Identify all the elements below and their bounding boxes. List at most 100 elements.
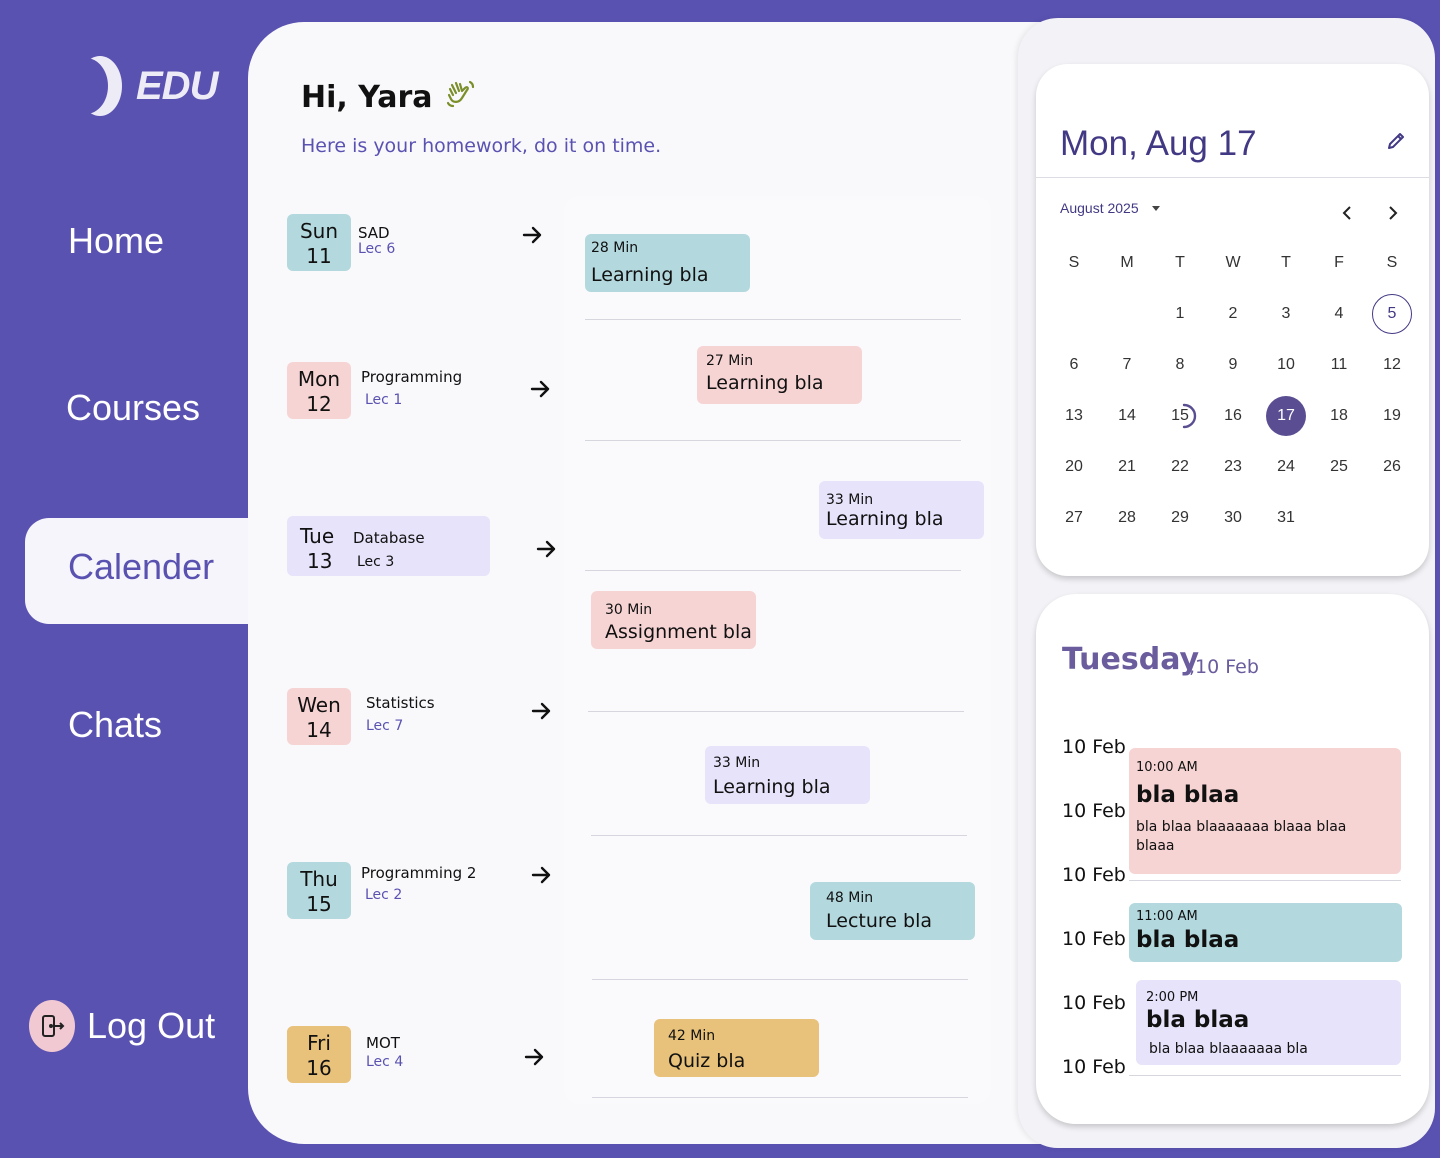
task-title: Learning bla — [591, 264, 709, 286]
logout-button[interactable]: Log Out — [29, 1000, 215, 1052]
task-card[interactable]: 30 Min Assignment bla — [591, 591, 756, 649]
arrow-right-icon[interactable] — [530, 700, 552, 726]
event-card[interactable]: 10:00 AM bla blaa bla blaa blaaaaaaa bla… — [1129, 748, 1401, 874]
calendar-day-today[interactable]: 5 — [1372, 294, 1412, 334]
calendar-day[interactable]: 10 — [1266, 345, 1306, 385]
arrow-right-icon[interactable] — [535, 538, 557, 564]
day-badge: Tue 13 Database Lec 3 — [287, 516, 490, 576]
calendar-day[interactable]: 27 — [1054, 498, 1094, 538]
divider — [591, 835, 967, 836]
calendar-day[interactable]: 3 — [1266, 294, 1306, 334]
time-label: 10 Feb — [1062, 1056, 1126, 1078]
calendar-day[interactable]: 21 — [1107, 447, 1147, 487]
calendar-day[interactable]: 2 — [1213, 294, 1253, 334]
brand-logo[interactable]: EDU — [64, 56, 218, 116]
calendar-day[interactable]: 12 — [1372, 345, 1412, 385]
calendar-day[interactable]: 22 — [1160, 447, 1200, 487]
calendar-day-selected[interactable]: 17 — [1266, 396, 1306, 436]
weekday-label: T — [1281, 254, 1291, 271]
loading-ring-icon — [1170, 402, 1198, 434]
task-card[interactable]: 28 Min Learning bla — [585, 234, 750, 292]
divider — [585, 570, 961, 571]
time-label: 10 Feb — [1062, 928, 1126, 950]
sidebar-item-calender[interactable]: Calender — [25, 518, 265, 624]
course-name: Programming — [361, 368, 463, 386]
course-lecture: Lec 4 — [366, 1054, 404, 1070]
task-title: Learning bla — [826, 508, 944, 530]
course-name: Statistics — [366, 694, 435, 712]
greeting-text: Hi, Yara — [301, 79, 433, 115]
pencil-icon[interactable] — [1385, 130, 1407, 156]
calendar-day[interactable]: 24 — [1266, 447, 1306, 487]
day-number: 12 — [306, 392, 332, 416]
caret-down-icon[interactable] — [1152, 206, 1160, 211]
calendar-day[interactable]: 13 — [1054, 396, 1094, 436]
event-title: bla blaa — [1146, 1007, 1250, 1033]
day-number: 16 — [306, 1056, 332, 1080]
sidebar-item-courses[interactable]: Courses — [66, 387, 200, 429]
day-weekday: Tue — [300, 524, 335, 548]
day-weekday: Mon — [297, 367, 341, 391]
date-picker: Mon, Aug 17 August 2025 S M T W T F S 1 … — [1036, 64, 1429, 576]
calendar-day[interactable]: 16 — [1213, 396, 1253, 436]
task-card[interactable]: 48 Min Lecture bla — [810, 882, 975, 940]
divider — [592, 1097, 968, 1098]
calendar-day[interactable]: 7 — [1107, 345, 1147, 385]
task-card[interactable]: 33 Min Learning bla — [819, 481, 984, 539]
task-duration: 33 Min — [713, 755, 761, 771]
sidebar-item-chats[interactable]: Chats — [68, 704, 162, 746]
event-title: bla blaa — [1136, 782, 1240, 808]
calendar-day[interactable]: 20 — [1054, 447, 1094, 487]
task-title: Assignment bla — [605, 621, 752, 643]
day-number: 15 — [306, 892, 332, 916]
arrow-right-icon[interactable] — [530, 864, 552, 890]
task-card[interactable]: 27 Min Learning bla — [697, 346, 862, 404]
logout-door-icon — [29, 1000, 75, 1052]
calendar-day[interactable]: 19 — [1372, 396, 1412, 436]
calendar-day[interactable]: 28 — [1107, 498, 1147, 538]
calendar-day[interactable]: 30 — [1213, 498, 1253, 538]
time-label: 10 Feb — [1062, 800, 1126, 822]
calendar-day[interactable]: 6 — [1054, 345, 1094, 385]
divider — [592, 979, 968, 980]
calendar-day[interactable]: 18 — [1319, 396, 1359, 436]
task-card[interactable]: 33 Min Learning bla — [705, 746, 870, 804]
task-card[interactable]: 42 Min Quiz bla — [654, 1019, 819, 1077]
calendar-day[interactable]: 4 — [1319, 294, 1359, 334]
arrow-right-icon[interactable] — [521, 224, 543, 250]
calendar-day[interactable]: 29 — [1160, 498, 1200, 538]
day-number: 14 — [306, 718, 332, 742]
sidebar-item-home[interactable]: Home — [68, 220, 164, 262]
day-badge: Fri 16 — [287, 1026, 351, 1083]
calendar-day[interactable]: 25 — [1319, 447, 1359, 487]
divider — [1036, 177, 1429, 178]
month-selector[interactable]: August 2025 — [1060, 200, 1139, 216]
divider — [585, 440, 961, 441]
event-time: 11:00 AM — [1136, 909, 1198, 924]
calendar-day[interactable]: 26 — [1372, 447, 1412, 487]
divider — [1129, 880, 1401, 881]
calendar-day[interactable]: 8 — [1160, 345, 1200, 385]
calendar-day[interactable]: 23 — [1213, 447, 1253, 487]
calendar-day[interactable]: 14 — [1107, 396, 1147, 436]
day-badge: Sun 11 — [287, 214, 351, 271]
course-name: Database — [353, 529, 425, 547]
divider — [588, 711, 964, 712]
calendar-day[interactable]: 1 — [1160, 294, 1200, 334]
sidebar-item-label: Calender — [68, 546, 215, 587]
chevron-right-icon[interactable] — [1382, 202, 1404, 228]
calendar-day[interactable]: 11 — [1319, 345, 1359, 385]
event-card[interactable]: 2:00 PM bla blaa bla blaa blaaaaaaa bla — [1136, 980, 1401, 1065]
schedule-day-name: Tuesday — [1062, 642, 1200, 677]
task-duration: 48 Min — [826, 890, 874, 906]
calendar-day[interactable]: 31 — [1266, 498, 1306, 538]
event-card[interactable]: 11:00 AM bla blaa — [1129, 903, 1402, 962]
time-label: 10 Feb — [1062, 736, 1126, 758]
arrow-right-icon[interactable] — [529, 378, 551, 404]
course-lecture: Lec 3 — [357, 554, 395, 570]
arrow-right-icon[interactable] — [523, 1046, 545, 1072]
calendar-day[interactable]: 9 — [1213, 345, 1253, 385]
event-time: 2:00 PM — [1146, 990, 1199, 1005]
task-duration: 42 Min — [668, 1028, 716, 1044]
chevron-left-icon[interactable] — [1336, 202, 1358, 228]
